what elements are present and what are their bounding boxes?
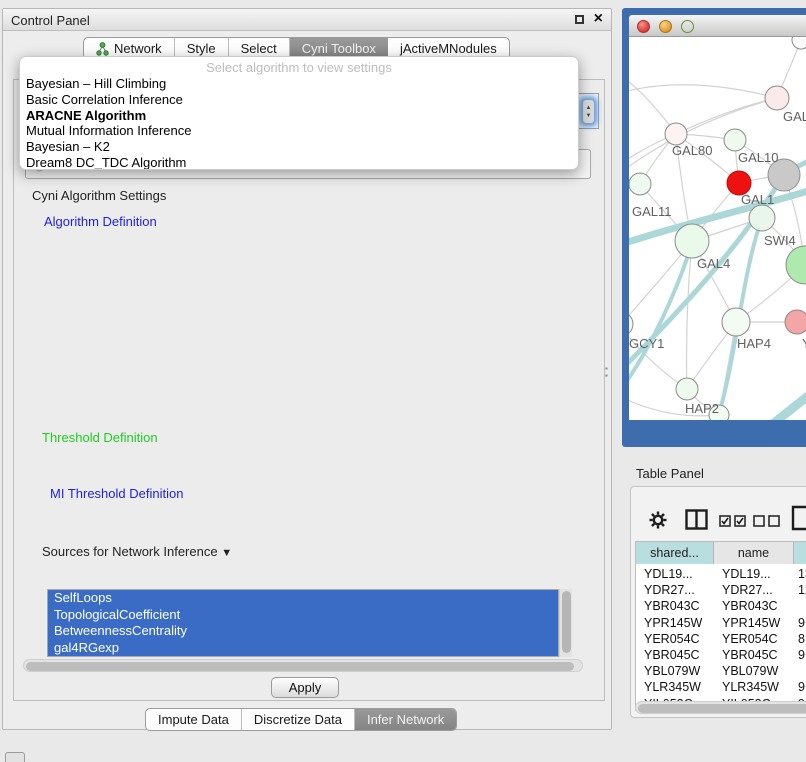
algorithm-definition-title: Algorithm Definition [41, 214, 160, 229]
tab-impute-data[interactable]: Impute Data [146, 709, 242, 730]
select-all-checkboxes-icon[interactable] [719, 515, 746, 527]
minimized-panel-icon[interactable] [5, 752, 25, 762]
list-item-topologicalcoefficient[interactable]: TopologicalCoefficient [48, 607, 558, 624]
node-label-gal10: GAL10 [738, 150, 778, 165]
node-label-hap4: HAP4 [737, 336, 771, 351]
table-hscrollbar[interactable] [635, 701, 806, 714]
column-header-shared-name[interactable]: shared... [636, 542, 714, 564]
zoom-traffic-light[interactable] [681, 20, 694, 33]
popup-item-dream8[interactable]: Dream8 DC_TDC Algorithm [20, 155, 578, 170]
node-gal11[interactable] [629, 173, 651, 195]
list-item-betweennesscentrality[interactable]: BetweennessCentrality [48, 623, 558, 640]
node-hap4[interactable] [722, 308, 750, 336]
table-hscrollbar-thumb[interactable] [638, 704, 806, 713]
popup-item-bayesian-hill-climbing[interactable]: Bayesian – Hill Climbing [20, 76, 578, 92]
popup-item-mutual-information[interactable]: Mutual Information Inference [20, 123, 578, 139]
tab-network-label: Network [114, 41, 162, 56]
node-hap2[interactable] [676, 378, 698, 400]
node-gal10[interactable] [724, 129, 746, 151]
node-unlabeled-top[interactable] [792, 37, 806, 49]
close-icon[interactable]: × [594, 10, 603, 28]
popup-item-bayesian-k2[interactable]: Bayesian – K2 [20, 139, 578, 155]
gear-icon[interactable] [649, 511, 667, 529]
panel-splitter-handle[interactable]: ▪▪ [605, 365, 611, 379]
algorithm-dropdown-popup: Select algorithm to view settings Bayesi… [19, 56, 579, 170]
node-label-gal4: GAL4 [697, 256, 730, 271]
popup-hint: Select algorithm to view settings [20, 57, 578, 76]
column-header-name[interactable]: name [714, 542, 794, 564]
node-label-hap2: HAP2 [685, 401, 719, 416]
table-row[interactable]: YER054C YER054C 8. [636, 631, 806, 647]
settings-hscrollbar-thumb[interactable] [26, 662, 574, 671]
node-label-swi4: SWI4 [764, 233, 796, 248]
sources-group-title[interactable]: Sources for Network Inference ▼ [39, 544, 235, 559]
data-attributes-list[interactable]: SelfLoops TopologicalCoefficient Between… [47, 589, 559, 657]
table-row[interactable]: YBR045C YBR045C 9. [636, 647, 806, 663]
node-gal7[interactable] [765, 86, 789, 110]
table-panel-title: Table Panel [636, 466, 704, 481]
show-columns-icon[interactable] [685, 509, 708, 530]
network-graph: GAL7 GAL80 GAL10 GAL1 GAL11 SWI4 GAL4 GC… [629, 37, 806, 420]
attributes-scrollbar-thumb[interactable] [562, 591, 571, 653]
table-row[interactable]: YBR043C YBR043C [636, 598, 806, 614]
control-panel-titlebar: Control Panel × [3, 9, 611, 31]
network-view-window[interactable]: GAL7 GAL80 GAL10 GAL1 GAL11 SWI4 GAL4 GC… [622, 8, 806, 447]
network-icon [96, 42, 109, 56]
node-salmon[interactable] [785, 310, 806, 334]
node-gal80[interactable] [665, 123, 687, 145]
list-item-selfloops[interactable]: SelfLoops [48, 590, 558, 607]
file-icon-partial[interactable] [791, 505, 806, 531]
popup-item-basic-correlation[interactable]: Basic Correlation Inference [20, 92, 578, 108]
node-gal4[interactable] [675, 224, 709, 258]
list-item-gal4rgexp[interactable]: gal4RGexp [48, 640, 558, 657]
tab-discretize-data[interactable]: Discretize Data [242, 709, 355, 730]
network-nodes[interactable] [629, 37, 806, 420]
node-label-y: Y [802, 336, 806, 351]
node-label-gal1: GAL1 [741, 192, 774, 207]
minimize-traffic-light[interactable] [659, 20, 672, 33]
network-canvas[interactable]: GAL7 GAL80 GAL10 GAL1 GAL11 SWI4 GAL4 GC… [629, 37, 806, 420]
node-swi4[interactable] [749, 205, 775, 231]
node-label-gal80: GAL80 [672, 143, 712, 158]
settings-group-title: Cyni Algorithm Settings [29, 188, 169, 203]
mi-threshold-group-title: MI Threshold Definition [47, 486, 186, 501]
panel-title: Control Panel [11, 13, 90, 28]
threshold-definition-title: Threshold Definition [39, 430, 161, 445]
node-label-gcy1: GCY1 [629, 336, 664, 351]
popup-item-aracne[interactable]: ARACNE Algorithm [20, 108, 578, 124]
node-green-right[interactable] [786, 246, 806, 284]
table-row[interactable]: YDR27... YDR27... 12 [636, 582, 806, 598]
network-window-titlebar[interactable] [629, 15, 806, 37]
expanded-arrow-icon[interactable]: ▼ [221, 547, 232, 559]
control-panel-window: Control Panel × Network Style Select Cyn… [2, 8, 612, 730]
node-label-gal7: GAL7 [783, 109, 806, 124]
combo-spinner-focused[interactable]: ▲▼ [582, 99, 595, 124]
deselect-checkboxes-icon[interactable] [753, 515, 780, 527]
node-label-gal11: GAL11 [632, 204, 672, 219]
cyni-bottom-tabs: Impute Data Discretize Data Infer Networ… [145, 708, 457, 731]
network-node-labels: GAL7 GAL80 GAL10 GAL1 GAL11 SWI4 GAL4 GC… [629, 109, 806, 416]
close-traffic-light[interactable] [637, 20, 650, 33]
table-row[interactable]: YDL19... YDL19... 13 [636, 566, 806, 582]
apply-button[interactable]: Apply [271, 677, 339, 698]
table-row[interactable]: YBL079W YBL079W [636, 663, 806, 679]
tab-infer-network[interactable]: Infer Network [355, 709, 456, 730]
attributes-scrollbar[interactable] [559, 589, 572, 657]
node-table[interactable]: shared... name A YDL19... YDL19... 13 YD… [635, 541, 806, 711]
float-window-icon[interactable] [575, 15, 584, 24]
table-row[interactable]: YLR345W YLR345W 9. [636, 679, 806, 695]
settings-hscrollbar[interactable] [23, 659, 583, 672]
node-gcy1[interactable] [629, 312, 633, 336]
table-panel: shared... name A YDL19... YDL19... 13 YD… [630, 486, 806, 718]
table-row[interactable]: YPR145W YPR145W 9. [636, 615, 806, 631]
column-header-third[interactable]: A [794, 542, 806, 564]
